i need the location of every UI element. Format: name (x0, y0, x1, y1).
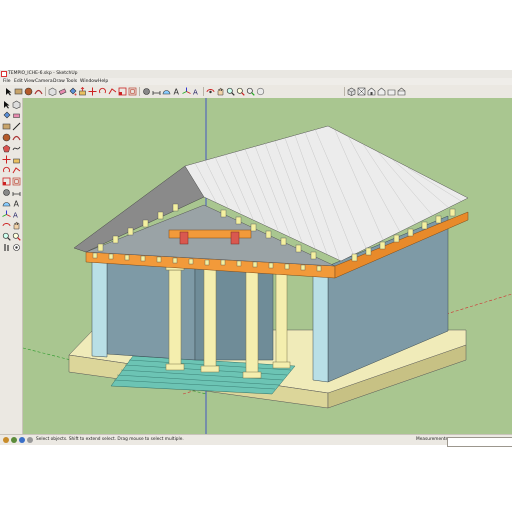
menu-bar: File Edit View Camera Draw Tools Window … (0, 78, 512, 85)
select-icon[interactable] (2, 100, 11, 109)
status-hint: Select objects. Shift to extend select. … (36, 437, 184, 442)
text-icon[interactable]: A (172, 87, 181, 97)
scale-icon[interactable] (118, 87, 127, 96)
measurements-label: Measurements (416, 437, 448, 442)
previous-view-icon[interactable] (256, 87, 265, 96)
tape-measure-icon[interactable] (2, 188, 11, 197)
freehand-icon[interactable] (12, 144, 21, 153)
offset-icon[interactable] (12, 177, 21, 186)
iso-view-icon[interactable] (347, 87, 356, 96)
paint-bucket-icon[interactable] (2, 111, 11, 120)
back-view-icon[interactable] (387, 87, 396, 96)
rectangle-icon[interactable] (14, 87, 23, 96)
menu-file[interactable]: File (3, 78, 11, 85)
paint-bucket-icon[interactable] (68, 87, 77, 96)
menu-help[interactable]: Help (98, 78, 108, 85)
text-icon[interactable]: A (12, 199, 21, 209)
king-post-left (179, 231, 189, 245)
dimension-icon[interactable] (152, 87, 161, 96)
line-icon[interactable] (12, 122, 21, 131)
protractor-icon[interactable] (2, 199, 11, 208)
window-title: TEMPIO_ICHE-6.skp - SketchUp (8, 71, 78, 76)
svg-text:A: A (174, 88, 180, 97)
zoom-icon[interactable] (2, 232, 11, 241)
offset-icon[interactable] (128, 87, 137, 96)
follow-me-icon[interactable] (12, 166, 21, 175)
walk-icon[interactable] (2, 243, 11, 252)
king-post-right (230, 231, 240, 245)
sketchup-window: TEMPIO_ICHE-6.skp - SketchUp File Edit V… (0, 70, 512, 447)
protractor-icon[interactable] (162, 87, 171, 96)
circle-icon[interactable] (24, 87, 33, 96)
rectangle-icon[interactable] (2, 122, 11, 131)
pan-icon[interactable] (12, 221, 21, 230)
temple-model-scene[interactable] (23, 98, 512, 434)
orbit-icon[interactable] (206, 87, 215, 96)
help-icon[interactable] (27, 437, 33, 443)
right-view-icon[interactable] (377, 87, 386, 96)
svg-text:A: A (193, 89, 198, 97)
eraser-icon[interactable] (58, 87, 67, 96)
user-icon[interactable] (19, 437, 25, 443)
svg-text:A: A (14, 200, 20, 209)
polygon-icon[interactable] (2, 144, 11, 153)
make-component-icon[interactable] (48, 87, 57, 96)
arc-icon[interactable] (12, 133, 21, 142)
menu-tools[interactable]: Tools (66, 78, 77, 85)
push-pull-icon[interactable] (78, 87, 87, 96)
menu-window[interactable]: Window (80, 78, 98, 85)
credits-icon[interactable] (11, 437, 17, 443)
top-view-icon[interactable] (357, 87, 366, 96)
scale-icon[interactable] (2, 177, 11, 186)
3d-model-viewport[interactable] (23, 98, 512, 434)
arc-icon[interactable] (34, 87, 43, 96)
zoom-extents-icon[interactable] (246, 87, 255, 96)
anta-right (312, 265, 329, 383)
zoom-window-icon[interactable] (236, 87, 245, 96)
menu-draw[interactable]: Draw (53, 78, 65, 85)
rotate-icon[interactable] (98, 87, 107, 96)
status-bar: Select objects. Shift to extend select. … (0, 434, 512, 447)
pan-icon[interactable] (216, 87, 225, 96)
dimension-icon[interactable] (12, 188, 21, 197)
geo-location-icon[interactable] (3, 437, 9, 443)
look-around-icon[interactable] (12, 243, 21, 252)
app-icon (1, 71, 7, 77)
make-component-icon[interactable] (12, 100, 21, 109)
menu-view[interactable]: View (24, 78, 35, 85)
axes-icon[interactable] (2, 210, 11, 219)
3d-text-icon[interactable]: A (12, 210, 21, 220)
follow-me-icon[interactable] (108, 87, 117, 96)
move-icon[interactable] (88, 87, 97, 96)
menu-camera[interactable]: Camera (35, 78, 53, 85)
main-toolbar: A A (0, 85, 512, 99)
zoom-window-icon[interactable] (12, 232, 21, 241)
3d-text-icon[interactable]: A (192, 87, 201, 97)
axes-icon[interactable] (182, 87, 191, 96)
measurements-input[interactable] (447, 437, 512, 447)
svg-text:A: A (13, 212, 18, 220)
large-tool-set: A A (0, 98, 23, 434)
push-pull-icon[interactable] (12, 155, 21, 164)
left-view-icon[interactable] (397, 87, 406, 96)
rotate-icon[interactable] (2, 166, 11, 175)
circle-icon[interactable] (2, 133, 11, 142)
orbit-icon[interactable] (2, 221, 11, 230)
cella-front-wall (106, 262, 196, 361)
anta-left (91, 261, 108, 358)
tape-measure-icon[interactable] (142, 87, 151, 96)
move-icon[interactable] (2, 155, 11, 164)
select-icon[interactable] (4, 87, 13, 96)
menu-edit[interactable]: Edit (14, 78, 23, 85)
zoom-icon[interactable] (226, 87, 235, 96)
eraser-icon[interactable] (12, 111, 21, 120)
front-view-icon[interactable] (367, 87, 376, 96)
